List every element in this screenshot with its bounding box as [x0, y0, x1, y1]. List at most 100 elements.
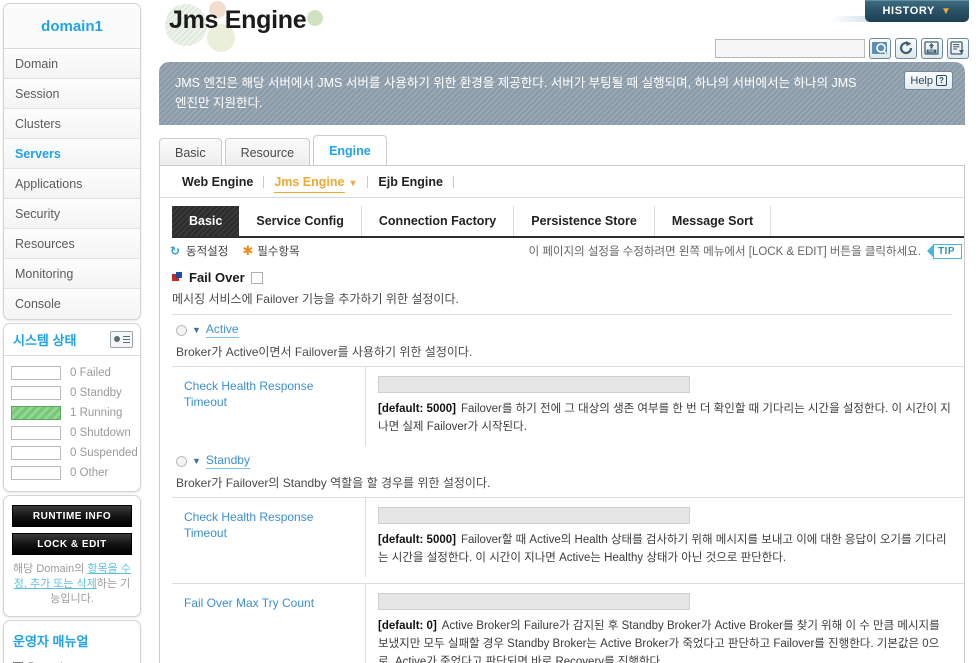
- sidebar-item-domain[interactable]: Domain: [4, 49, 140, 79]
- search-icon[interactable]: [869, 38, 891, 59]
- section-tab-service-config[interactable]: Service Config: [239, 206, 362, 236]
- field-default-label: [default: 5000]: [378, 534, 456, 546]
- field-label[interactable]: Check Health Response Timeout: [172, 498, 366, 577]
- chevron-down-icon: ▼: [348, 177, 358, 188]
- sidebar-item-session[interactable]: Session: [4, 79, 140, 109]
- field-body: [default: 5000] Failover할 때 Active의 Healt…: [366, 498, 964, 577]
- settings-content: Fail Over 메시징 서비스에 Failover 기능을 추가하기 위한 …: [160, 264, 964, 663]
- field-help-text: Failover를 하기 전에 그 대상의 생존 여부를 한 번 더 확인할 때…: [378, 403, 951, 433]
- status-label: 0 Failed: [70, 367, 111, 379]
- page-title: Jms Engine: [169, 6, 307, 34]
- section-tab-connection-factory[interactable]: Connection Factory: [362, 206, 515, 236]
- sidebar-item-applications[interactable]: Applications: [4, 169, 140, 199]
- status-bar: [11, 366, 61, 380]
- status-label: 0 Other: [70, 467, 109, 479]
- field-help-text: Active Broker의 Failure가 감지된 후 Standby Br…: [378, 620, 940, 663]
- monitor-icon[interactable]: [110, 331, 133, 348]
- field-row: Check Health Response Timeout [default: 5…: [172, 366, 964, 446]
- sidebar-item-monitoring[interactable]: Monitoring: [4, 259, 140, 289]
- sidebar-item-resources[interactable]: Resources: [4, 229, 140, 259]
- status-label: 0 Suspended: [70, 447, 138, 459]
- section-tab-persistence-store[interactable]: Persistence Store: [514, 206, 655, 236]
- subsection-radio[interactable]: [176, 455, 187, 467]
- active-underline: [274, 191, 346, 193]
- sidebar-item-servers[interactable]: Servers: [4, 139, 140, 169]
- runtime-info-button[interactable]: RUNTIME INFO: [12, 505, 132, 527]
- caret-down-icon[interactable]: ▼: [192, 325, 201, 335]
- main-area: HISTORY ▼ Jms Engine XML JMS 엔진은 해당 서버에서…: [147, 0, 976, 663]
- search-input[interactable]: [715, 39, 865, 58]
- status-row: 1 Running: [4, 403, 140, 423]
- status-row: 0 Suspended: [4, 443, 140, 463]
- status-row: 0 Failed: [4, 363, 140, 383]
- field-input[interactable]: [378, 376, 690, 393]
- failover-title: Fail Over: [189, 270, 245, 285]
- tab-engine[interactable]: Engine: [313, 135, 387, 166]
- failover-section-header: Fail Over 메시징 서비스에 Failover 기능을 추가하기 위한 …: [160, 264, 964, 307]
- caret-down-icon[interactable]: ▼: [192, 456, 201, 466]
- content-panel: Web Engine Jms Engine ▼ Ejb Engine Basic Ser…: [159, 165, 965, 663]
- sidebar-nav-list: Domain Session Clusters Servers Applications…: [4, 49, 140, 319]
- subsection-link[interactable]: Standby: [205, 453, 250, 469]
- help-button[interactable]: Help ?: [904, 71, 953, 90]
- field-help: [default: 5000] Failover를 하기 전에 그 대상의 생존 …: [378, 400, 952, 436]
- question-mark-icon: ?: [936, 75, 947, 86]
- legend-row: ↻ 동적설정 ✱ 필수항목 이 페이지의 설정을 수정하려면 왼쪽 메뉴에서 […: [160, 238, 964, 264]
- subtab-ejb-engine[interactable]: Ejb Engine: [368, 175, 453, 189]
- tab-separator: [453, 175, 454, 188]
- field-label[interactable]: Check Health Response Timeout: [172, 367, 366, 446]
- legend-required-label: 필수항목: [257, 246, 300, 258]
- subsection-description: Broker가 Failover의 Standby 역할을 할 경우를 위한 설…: [176, 476, 491, 490]
- dynamic-setting-icon: ↻: [170, 244, 181, 258]
- history-button[interactable]: HISTORY ▼: [865, 0, 969, 22]
- sidebar-item-console[interactable]: Console: [4, 289, 140, 319]
- field-help: [default: 5000] Failover할 때 Active의 Healt…: [378, 531, 952, 567]
- actions-note: 해당 Domain의 항목을 수정, 추가 또는 삭제하는 기능입니다.: [12, 562, 132, 607]
- asterisk-icon: ✱: [242, 243, 254, 258]
- lock-edit-notice: 이 페이지의 설정을 수정하려면 왼쪽 메뉴에서 [LOCK & EDIT] 버…: [528, 246, 921, 258]
- field-body: [default: 0] Active Broker의 Failure가 감지된 …: [366, 584, 964, 663]
- manual-title: 운영자 매뉴얼: [13, 634, 89, 649]
- section-tab-basic[interactable]: Basic: [172, 206, 240, 236]
- subtab-label: Jms Engine: [274, 174, 345, 189]
- status-bar: [11, 386, 61, 400]
- tab-basic[interactable]: Basic: [159, 138, 222, 166]
- sidebar-item-security[interactable]: Security: [4, 199, 140, 229]
- subsection-link[interactable]: Active: [205, 322, 239, 338]
- subsection-title-row: ▼ Active: [176, 322, 964, 338]
- subtab-web-engine[interactable]: Web Engine: [172, 175, 263, 189]
- system-status-header: 시스템 상태: [4, 324, 140, 356]
- status-row: 0 Other: [4, 463, 140, 483]
- field-input[interactable]: [378, 593, 690, 610]
- tabs-level3: Basic Service Config Connection Factory Per…: [172, 206, 964, 238]
- section-tab-message-sort[interactable]: Message Sort: [655, 206, 772, 236]
- actions-note-part1: 해당 Domain의: [13, 563, 88, 575]
- field-input[interactable]: [378, 507, 690, 524]
- subtab-label: Web Engine: [182, 174, 254, 189]
- status-bar: [11, 406, 61, 420]
- chevron-down-icon: ▼: [941, 5, 952, 17]
- help-label: Help: [910, 74, 933, 87]
- field-label[interactable]: Fail Over Max Try Count: [172, 584, 366, 663]
- subtab-label: Ejb Engine: [378, 174, 443, 189]
- tabs-level1: Basic Resource Engine: [159, 135, 387, 166]
- status-row: 0 Shutdown: [4, 423, 140, 443]
- status-label: 0 Standby: [70, 387, 122, 399]
- subtab-jms-engine[interactable]: Jms Engine ▼: [264, 174, 367, 193]
- refresh-icon[interactable]: [895, 38, 917, 59]
- sidebar-item-clusters[interactable]: Clusters: [4, 109, 140, 139]
- legend-dynamic: ↻ 동적설정: [170, 243, 228, 259]
- report-export-icon[interactable]: [947, 38, 969, 59]
- description-text: JMS 엔진은 해당 서버에서 JMS 서버를 사용하기 위한 환경을 제공한다…: [175, 76, 857, 110]
- tab-resource[interactable]: Resource: [224, 138, 311, 166]
- description-banner: JMS 엔진은 해당 서버에서 JMS 서버를 사용하기 위한 환경을 제공한다…: [159, 62, 965, 125]
- xml-export-icon[interactable]: XML: [921, 38, 943, 59]
- field-body: [default: 5000] Failover를 하기 전에 그 대상의 생존 …: [366, 367, 964, 446]
- status-row: 0 Standby: [4, 383, 140, 403]
- tip-badge[interactable]: TIP: [926, 243, 962, 259]
- domain-title[interactable]: domain1: [4, 4, 140, 49]
- failover-checkbox[interactable]: [250, 271, 263, 284]
- subsection-radio[interactable]: [176, 324, 187, 336]
- lock-and-edit-button[interactable]: LOCK & EDIT: [12, 533, 132, 555]
- subsection-standby: ▼ Standby Broker가 Failover의 Standby 역할을 할 …: [160, 446, 964, 491]
